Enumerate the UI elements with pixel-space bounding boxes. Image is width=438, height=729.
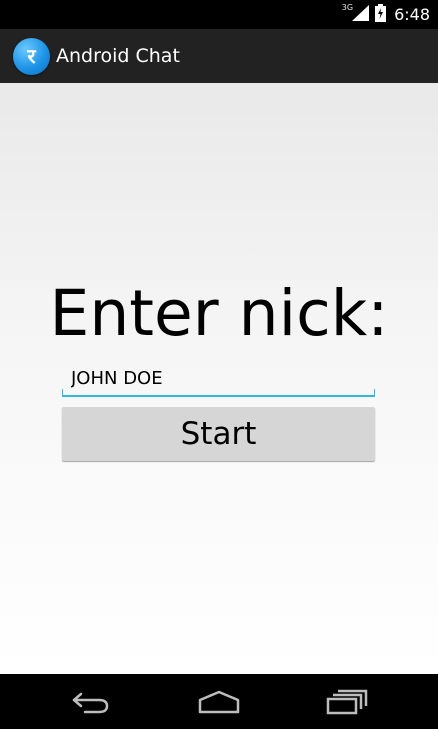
status-icons: 3G 6:48 xyxy=(342,0,430,29)
status-bar: 3G 6:48 xyxy=(0,0,438,29)
page-title: Enter nick: xyxy=(49,277,389,350)
app-title: Android Chat xyxy=(56,45,180,67)
recent-apps-icon xyxy=(326,689,368,714)
nick-input[interactable] xyxy=(62,362,375,395)
start-button[interactable]: Start xyxy=(62,407,375,461)
app-icon[interactable]: र xyxy=(13,38,50,75)
home-icon xyxy=(198,690,240,713)
home-button[interactable] xyxy=(174,674,264,729)
clock: 6:48 xyxy=(394,5,430,24)
action-bar: र Android Chat xyxy=(0,29,438,83)
recent-apps-button[interactable] xyxy=(302,674,392,729)
network-type-label: 3G xyxy=(341,3,354,12)
back-button[interactable] xyxy=(46,674,136,729)
navigation-bar xyxy=(0,674,438,729)
nick-field[interactable] xyxy=(62,362,375,397)
back-icon xyxy=(72,692,109,713)
battery-icon xyxy=(375,3,387,26)
main-content: Enter nick: Start xyxy=(0,83,438,674)
signal-icon xyxy=(352,4,370,25)
